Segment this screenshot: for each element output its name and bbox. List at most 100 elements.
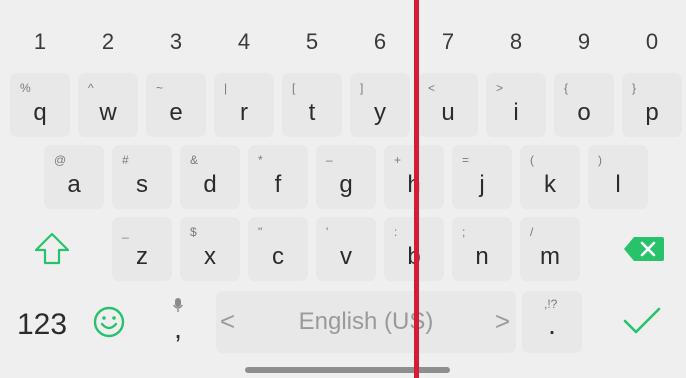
key-label: a xyxy=(67,171,81,198)
key-q[interactable]: % q xyxy=(10,73,70,137)
key-w[interactable]: ^ w xyxy=(78,73,138,137)
key-1[interactable]: 1 xyxy=(6,14,74,70)
key-f[interactable]: * f xyxy=(248,145,308,209)
numbers-key-label: 123 xyxy=(16,308,68,341)
key-label: g xyxy=(339,171,353,198)
key-label: v xyxy=(340,243,352,270)
key-l[interactable]: ) l xyxy=(588,145,648,209)
key-8[interactable]: 8 xyxy=(482,14,550,70)
key-hint: @ xyxy=(54,153,67,167)
key-z[interactable]: _ z xyxy=(112,217,172,281)
key-9[interactable]: 9 xyxy=(550,14,618,70)
key-label: d xyxy=(203,171,217,198)
key-label: j xyxy=(479,171,485,198)
key-label: k xyxy=(544,171,556,198)
enter-key[interactable] xyxy=(608,291,678,353)
key-s[interactable]: # s xyxy=(112,145,172,209)
key-label: p xyxy=(645,99,659,126)
key-hint: ~ xyxy=(156,81,164,95)
key-hint: { xyxy=(564,81,569,95)
key-label: u xyxy=(441,99,455,126)
key-hint: : xyxy=(394,225,398,239)
key-hint: < xyxy=(428,81,436,95)
key-c[interactable]: " c xyxy=(248,217,308,281)
key-2[interactable]: 2 xyxy=(74,14,142,70)
key-d[interactable]: & d xyxy=(180,145,240,209)
period-label: . xyxy=(548,309,556,340)
key-hint: ] xyxy=(360,81,364,95)
key-hint: * xyxy=(258,153,263,167)
key-label: x xyxy=(204,243,216,270)
key-hint: – xyxy=(326,153,333,167)
key-label: e xyxy=(169,99,183,126)
shift-key[interactable] xyxy=(20,217,84,281)
backspace-icon xyxy=(624,237,664,261)
key-hint: ' xyxy=(326,225,329,239)
key-x[interactable]: $ x xyxy=(180,217,240,281)
space-bar[interactable]: < English (US) > xyxy=(216,291,516,353)
key-label: r xyxy=(240,99,248,126)
key-o[interactable]: {o xyxy=(554,73,614,137)
key-i[interactable]: > i xyxy=(486,73,546,137)
key-label: i xyxy=(513,99,519,126)
number-row: 1 2 3 4 5 6 7 8 9 0 xyxy=(0,14,686,70)
right-arrow-icon[interactable]: > xyxy=(495,306,510,337)
key-label: l xyxy=(615,171,621,198)
key-g[interactable]: – g xyxy=(316,145,376,209)
key-label: w xyxy=(99,99,117,126)
key-hint: = xyxy=(462,153,470,167)
key-v[interactable]: ' v xyxy=(316,217,376,281)
key-0[interactable]: 0 xyxy=(618,14,686,70)
key-label: q xyxy=(33,99,47,126)
key-4[interactable]: 4 xyxy=(210,14,278,70)
key-hint: } xyxy=(632,81,637,95)
comma-label: , xyxy=(174,313,182,344)
key-hint: ( xyxy=(530,153,534,167)
key-hint: / xyxy=(530,225,534,239)
key-label: t xyxy=(308,99,316,126)
key-7[interactable]: 7 xyxy=(414,14,482,70)
space-bar-label: English (US) xyxy=(298,308,434,335)
key-hint: | xyxy=(224,81,228,95)
split-divider-line xyxy=(414,0,419,378)
key-label: y xyxy=(374,99,386,126)
key-y[interactable]: ] y xyxy=(350,73,410,137)
key-hint: [ xyxy=(292,81,296,95)
key-label: m xyxy=(540,243,560,270)
key-label: n xyxy=(475,243,489,270)
backspace-key[interactable] xyxy=(608,217,678,281)
key-hint: $ xyxy=(190,225,197,239)
key-hint: % xyxy=(20,81,31,95)
period-key[interactable]: ,!? . xyxy=(522,291,582,353)
checkmark-icon xyxy=(623,307,661,334)
home-indicator xyxy=(245,367,450,373)
key-hint: ) xyxy=(598,153,602,167)
key-5[interactable]: 5 xyxy=(278,14,346,70)
key-k[interactable]: (k xyxy=(520,145,580,209)
smiley-icon xyxy=(93,306,125,338)
key-m[interactable]: / m xyxy=(520,217,580,281)
key-hint: & xyxy=(190,153,199,167)
key-a[interactable]: @ a xyxy=(44,145,104,209)
numbers-key[interactable]: 123 xyxy=(6,291,78,353)
key-6[interactable]: 6 xyxy=(346,14,414,70)
key-3[interactable]: 3 xyxy=(142,14,210,70)
key-hint: ; xyxy=(462,225,466,239)
key-t[interactable]: [t xyxy=(282,73,342,137)
key-hint: + xyxy=(394,153,402,167)
key-j[interactable]: = j xyxy=(452,145,512,209)
key-hint: ^ xyxy=(88,81,94,95)
key-hint: " xyxy=(258,225,263,239)
keyboard: 1 2 3 4 5 6 7 8 9 0 % q ^ w ~ e | r [t ] y < u… xyxy=(0,0,686,378)
key-hint: # xyxy=(122,153,129,167)
key-u[interactable]: < u xyxy=(418,73,478,137)
key-label: z xyxy=(136,243,148,270)
key-e[interactable]: ~ e xyxy=(146,73,206,137)
key-n[interactable]: ; n xyxy=(452,217,512,281)
emoji-key[interactable] xyxy=(82,291,138,353)
key-label: f xyxy=(274,171,282,198)
key-label: c xyxy=(272,243,284,270)
comma-key[interactable]: , xyxy=(148,291,208,353)
key-p[interactable]: } p xyxy=(622,73,682,137)
key-r[interactable]: | r xyxy=(214,73,274,137)
